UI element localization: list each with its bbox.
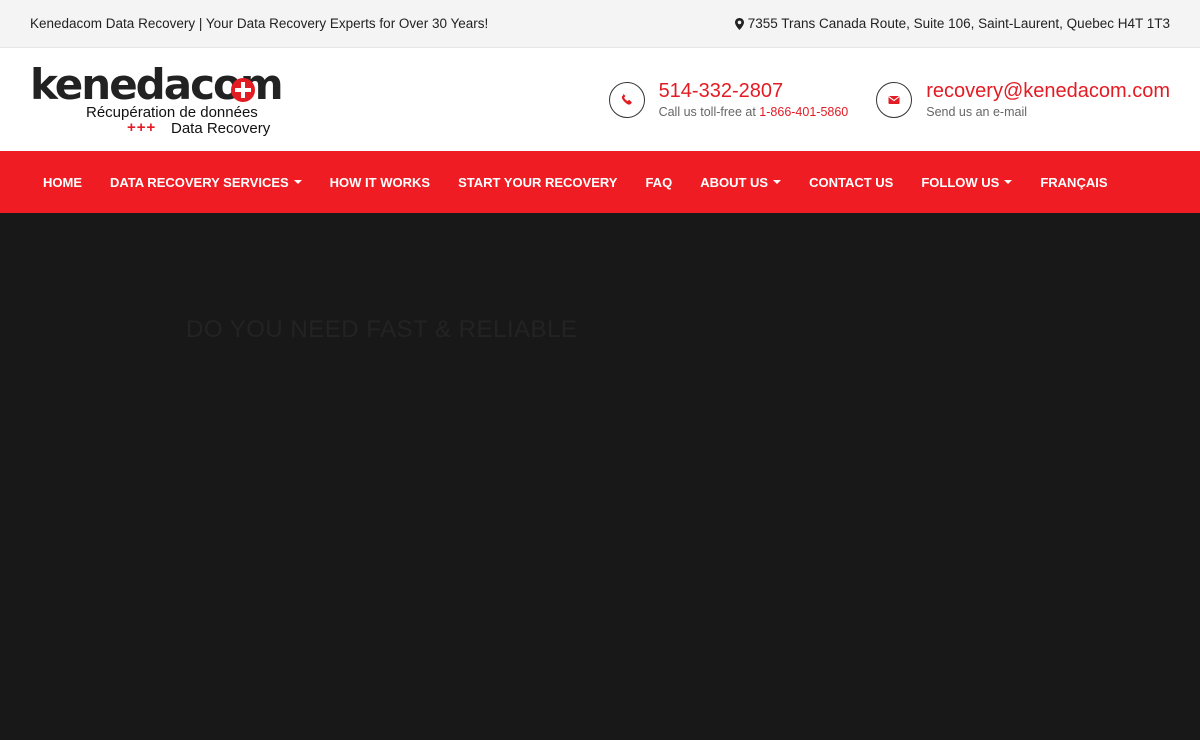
nav-label: HOW IT WORKS bbox=[329, 174, 431, 190]
caret-down-icon bbox=[773, 180, 782, 184]
toll-free-line: Call us toll-free at 1-866-401-5860 bbox=[659, 103, 849, 121]
nav-label: ABOUT US bbox=[700, 174, 769, 190]
phone-contact: 514-332-2807 Call us toll-free at 1-866-… bbox=[608, 79, 849, 121]
hero-banner: DO YOU NEED FAST & RELIABLE bbox=[0, 213, 1200, 740]
nav-start-your-recovery[interactable]: START YOUR RECOVERY bbox=[444, 151, 631, 213]
logo-tagline-en: Data Recovery bbox=[171, 119, 271, 137]
nav-label: FOLLOW US bbox=[921, 174, 1000, 190]
nav-how-it-works[interactable]: HOW IT WORKS bbox=[316, 151, 444, 213]
logo-plus-marks: +++ bbox=[127, 118, 157, 136]
nav-label: START YOUR RECOVERY bbox=[458, 174, 618, 190]
phone-icon bbox=[608, 81, 645, 118]
site-tagline: Kenedacom Data Recovery | Your Data Reco… bbox=[30, 16, 489, 31]
address-text: 7355 Trans Canada Route, Suite 106, Sain… bbox=[747, 16, 1170, 31]
map-marker-icon bbox=[734, 17, 744, 30]
header-contacts: 514-332-2807 Call us toll-free at 1-866-… bbox=[608, 79, 1170, 121]
logo-tagline-fr: Récupération de données bbox=[86, 103, 258, 121]
nav-follow-us[interactable]: FOLLOW US bbox=[907, 151, 1026, 213]
phone-number[interactable]: 514-332-2807 bbox=[659, 79, 849, 103]
nav-faq[interactable]: FAQ bbox=[631, 151, 686, 213]
nav-francais[interactable]: FRANÇAIS bbox=[1026, 151, 1121, 213]
site-logo[interactable]: kenedacom Récupération de données +++ Da… bbox=[30, 60, 284, 137]
nav-about-us[interactable]: ABOUT US bbox=[686, 151, 795, 213]
caret-down-icon bbox=[1004, 180, 1013, 184]
caret-down-icon bbox=[293, 180, 302, 184]
nav-label: CONTACT US bbox=[809, 174, 894, 190]
hero-headline: DO YOU NEED FAST & RELIABLE bbox=[186, 316, 578, 343]
email-contact: recovery@kenedacom.com Send us an e-mail bbox=[876, 79, 1170, 121]
address: 7355 Trans Canada Route, Suite 106, Sain… bbox=[734, 16, 1170, 31]
logo-red-cross-icon bbox=[231, 77, 255, 102]
email-address[interactable]: recovery@kenedacom.com bbox=[926, 79, 1170, 103]
envelope-icon bbox=[876, 81, 913, 118]
nav-contact-us[interactable]: CONTACT US bbox=[795, 151, 907, 213]
nav-home[interactable]: HOME bbox=[29, 151, 96, 213]
main-nav: HOME DATA RECOVERY SERVICES HOW IT WORKS… bbox=[0, 151, 1200, 213]
toll-free-number[interactable]: 1-866-401-5860 bbox=[759, 105, 848, 119]
nav-label: FRANÇAIS bbox=[1040, 174, 1108, 190]
nav-label: HOME bbox=[43, 174, 82, 190]
email-subtext: Send us an e-mail bbox=[926, 104, 1028, 119]
toll-free-prefix: Call us toll-free at bbox=[658, 104, 760, 119]
nav-label: DATA RECOVERY SERVICES bbox=[110, 174, 289, 190]
nav-label: FAQ bbox=[645, 174, 673, 190]
nav-data-recovery-services[interactable]: DATA RECOVERY SERVICES bbox=[96, 151, 316, 213]
top-bar: Kenedacom Data Recovery | Your Data Reco… bbox=[0, 0, 1200, 48]
site-header: kenedacom Récupération de données +++ Da… bbox=[0, 48, 1200, 151]
